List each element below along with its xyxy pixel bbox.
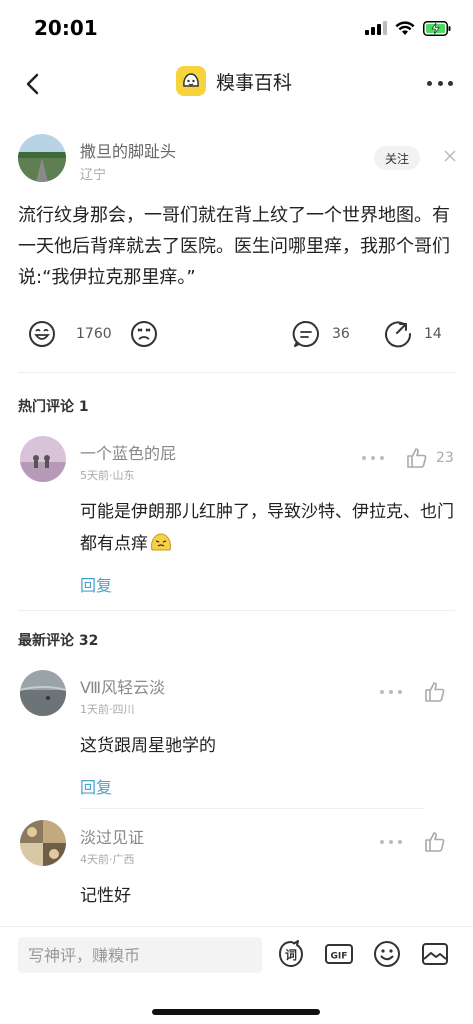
dot-icon bbox=[398, 690, 402, 694]
status-bar: 20:01 bbox=[0, 0, 473, 58]
comment-text-content: 可能是伊朗那儿红肿了，导致沙特、伊拉克、也门都有点痒 bbox=[80, 502, 454, 554]
comment-more-button[interactable] bbox=[380, 840, 402, 846]
like-count: 1760 bbox=[76, 326, 112, 342]
share-count: 14 bbox=[424, 326, 442, 342]
comment-more-button[interactable] bbox=[362, 456, 384, 462]
commenter-avatar[interactable] bbox=[20, 820, 66, 866]
more-dot-icon bbox=[437, 80, 443, 86]
laugh-face-icon bbox=[29, 321, 55, 347]
itchy-face-emoji-icon bbox=[151, 533, 171, 551]
dot-icon bbox=[362, 456, 366, 460]
comment-item: 淡过见证 4天前·广西 记性好 bbox=[18, 818, 458, 918]
commenter-name[interactable]: 淡过见证 bbox=[80, 824, 144, 848]
author-name[interactable]: 撒旦的脚趾头 bbox=[80, 138, 176, 162]
back-button[interactable] bbox=[18, 70, 46, 98]
bottom-comment-bar: 词 GIF bbox=[0, 926, 473, 1024]
follow-button[interactable]: 关注 bbox=[374, 146, 420, 170]
comment-bubble-icon bbox=[292, 320, 319, 347]
word-sticker-label: 词 bbox=[285, 948, 297, 962]
emoji-button[interactable] bbox=[372, 939, 402, 969]
dot-icon bbox=[371, 456, 375, 460]
dot-icon bbox=[380, 840, 384, 844]
image-button[interactable] bbox=[420, 939, 450, 969]
comment-input[interactable] bbox=[18, 937, 262, 973]
share-button[interactable] bbox=[384, 320, 412, 348]
comment-like-button[interactable] bbox=[424, 831, 446, 853]
divider bbox=[18, 610, 455, 611]
dot-icon bbox=[380, 456, 384, 460]
gif-icon: GIF bbox=[325, 944, 353, 964]
comment-button[interactable] bbox=[292, 320, 320, 348]
image-icon bbox=[422, 943, 448, 965]
status-time: 20:01 bbox=[34, 16, 98, 40]
author-avatar[interactable] bbox=[18, 134, 66, 182]
home-indicator[interactable] bbox=[152, 1009, 320, 1015]
comment-like-button[interactable] bbox=[424, 681, 446, 703]
gif-button[interactable]: GIF bbox=[324, 939, 354, 969]
thumbs-up-icon bbox=[425, 682, 445, 702]
post-content: 流行纹身那会，一哥们就在背上纹了一个世界地图。有一天他后背痒就去了医院。医生问哪… bbox=[18, 205, 450, 288]
angry-face-icon bbox=[131, 321, 157, 347]
wifi-icon bbox=[395, 20, 415, 35]
word-sticker-button[interactable]: 词 bbox=[276, 939, 306, 969]
commenter-name[interactable]: Ⅷ风轻云淡 bbox=[80, 674, 165, 698]
qiushi-logo-icon bbox=[176, 66, 206, 96]
commenter-name[interactable]: 一个蓝色的屁 bbox=[80, 440, 176, 464]
comment-item: 一个蓝色的屁 5天前·山东 23 可能是伊朗那儿红肿了，导致沙特、伊拉克、也门都… bbox=[18, 434, 458, 604]
dismiss-button[interactable] bbox=[442, 148, 458, 164]
signal-icon bbox=[365, 21, 387, 35]
battery-charging-icon bbox=[423, 20, 451, 36]
more-options-button[interactable] bbox=[427, 72, 453, 94]
commenter-avatar[interactable] bbox=[20, 670, 66, 716]
share-arrow-icon bbox=[385, 321, 412, 348]
comment-text: 记性好 bbox=[80, 886, 131, 906]
page-title: 糗事百科 bbox=[216, 71, 293, 94]
nav-title-group: 糗事百科 bbox=[176, 66, 292, 96]
reply-link[interactable]: 回复 bbox=[80, 572, 112, 596]
thumbs-up-icon bbox=[407, 448, 427, 468]
status-icons bbox=[365, 18, 451, 38]
gif-label: GIF bbox=[331, 952, 348, 962]
close-icon bbox=[444, 150, 456, 162]
comment-count: 36 bbox=[332, 326, 350, 342]
dot-icon bbox=[380, 690, 384, 694]
comment-meta: 4天前·广西 bbox=[80, 853, 135, 866]
laugh-button[interactable] bbox=[28, 320, 56, 348]
dislike-button[interactable] bbox=[130, 320, 158, 348]
comment-like-count: 23 bbox=[436, 450, 454, 466]
comment-more-button[interactable] bbox=[380, 690, 402, 696]
word-sticker-icon: 词 bbox=[279, 940, 303, 967]
comment-text: 可能是伊朗那儿红肿了，导致沙特、伊拉克、也门都有点痒 bbox=[80, 496, 458, 560]
comment-meta: 1天前·四川 bbox=[80, 703, 135, 716]
author-location: 辽宁 bbox=[80, 168, 107, 183]
dot-icon bbox=[398, 840, 402, 844]
commenter-avatar[interactable] bbox=[20, 436, 66, 482]
nav-bar: 糗事百科 bbox=[0, 58, 473, 108]
thumbs-up-icon bbox=[425, 832, 445, 852]
smiley-icon bbox=[374, 941, 400, 967]
comment-item: Ⅷ风轻云淡 1天前·四川 这货跟周星驰学的 回复 bbox=[18, 668, 458, 806]
more-dot-icon bbox=[448, 80, 453, 86]
divider bbox=[18, 372, 455, 373]
comment-like-button[interactable] bbox=[406, 447, 428, 469]
post-action-bar: 1760 36 14 bbox=[18, 314, 458, 354]
divider bbox=[80, 808, 425, 809]
chevron-left-icon bbox=[26, 73, 39, 95]
latest-comments-title: 最新评论 32 bbox=[18, 633, 99, 649]
comment-meta: 5天前·山东 bbox=[80, 469, 135, 482]
dot-icon bbox=[389, 690, 393, 694]
dot-icon bbox=[389, 840, 393, 844]
hot-comments-title: 热门评论 1 bbox=[18, 399, 89, 415]
reply-link[interactable]: 回复 bbox=[80, 774, 112, 798]
comment-text: 这货跟周星驰学的 bbox=[80, 736, 216, 756]
more-dot-icon bbox=[427, 80, 432, 86]
post-author-row: 撒旦的脚趾头 辽宁 关注 bbox=[18, 134, 458, 184]
